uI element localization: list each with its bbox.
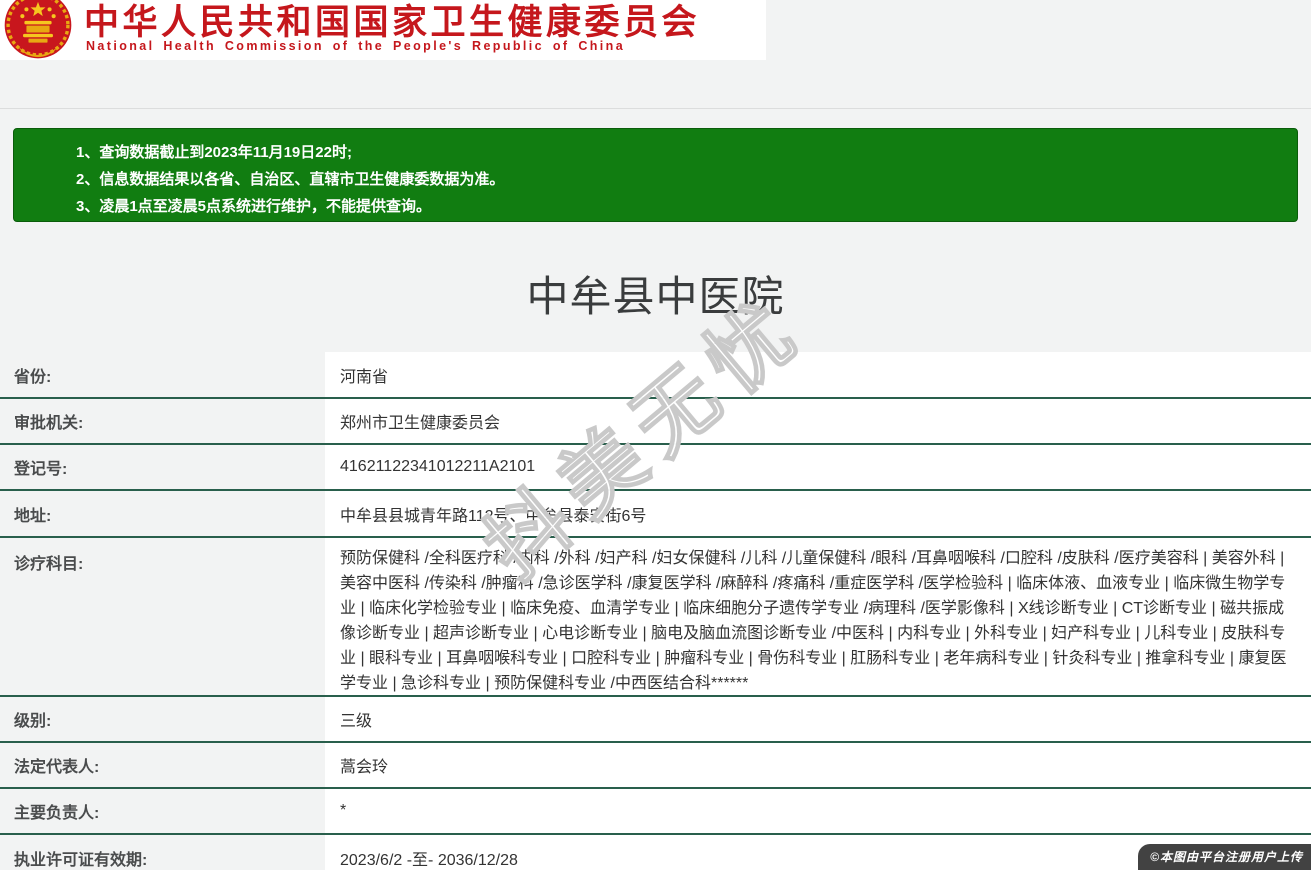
copyright-watermark: ©本图由平台注册用户上传 <box>1138 844 1311 870</box>
row-value: 蒿会玲 <box>325 743 1311 787</box>
row-label: 审批机关: <box>0 399 325 443</box>
table-row-approval-authority: 审批机关: 郑州市卫生健康委员会 <box>0 399 1311 445</box>
row-value: 预防保健科 /全科医疗科 /内科 /外科 /妇产科 /妇女保健科 /儿科 /儿童… <box>325 538 1311 695</box>
notice-line-2: 2、信息数据结果以各省、自治区、直辖市卫生健康委数据为准。 <box>76 171 505 188</box>
table-row-level: 级别: 三级 <box>0 697 1311 743</box>
row-value: 河南省 <box>325 352 1311 397</box>
row-value: * <box>325 789 1311 833</box>
prc-national-emblem-icon <box>4 0 72 59</box>
row-value: 郑州市卫生健康委员会 <box>325 399 1311 443</box>
notice-line-3: 3、凌晨1点至凌晨5点系统进行维护，不能提供查询。 <box>76 198 432 215</box>
table-row-legal-representative: 法定代表人: 蒿会玲 <box>0 743 1311 789</box>
table-row-address: 地址: 中牟县县城青年路112号、中牟县泰安街6号 <box>0 491 1311 538</box>
row-label: 级别: <box>0 697 325 741</box>
notice-line-1: 1、查询数据截止到2023年11月19日22时; <box>76 144 352 161</box>
row-value: 三级 <box>325 697 1311 741</box>
row-value: 41621122341012211A2101 <box>325 445 1311 489</box>
row-value: 中牟县县城青年路112号、中牟县泰安街6号 <box>325 491 1311 536</box>
top-zone: 中华人民共和国国家卫生健康委员会 National Health Commiss… <box>0 0 1311 352</box>
table-row-principal: 主要负责人: * <box>0 789 1311 835</box>
row-label: 法定代表人: <box>0 743 325 787</box>
row-label: 主要负责人: <box>0 789 325 833</box>
table-row-registration-number: 登记号: 41621122341012211A2101 <box>0 445 1311 491</box>
row-label: 登记号: <box>0 445 325 489</box>
hospital-name-title: 中牟县中医院 <box>526 273 785 320</box>
row-label: 诊疗科目: <box>0 538 325 695</box>
site-header: 中华人民共和国国家卫生健康委员会 National Health Commiss… <box>0 0 766 60</box>
table-row-license-validity: 执业许可证有效期: 2023/6/2 -至- 2036/12/28 <box>0 835 1311 870</box>
row-label: 执业许可证有效期: <box>0 835 325 870</box>
site-title-english: National Health Commission of the People… <box>86 39 626 53</box>
header-divider <box>0 108 1311 109</box>
table-row-province: 省份: 河南省 <box>0 352 1311 399</box>
notice-banner: 1、查询数据截止到2023年11月19日22时; 2、信息数据结果以各省、自治区… <box>13 128 1298 222</box>
row-label: 省份: <box>0 352 325 397</box>
hospital-info-table: 省份: 河南省 审批机关: 郑州市卫生健康委员会 登记号: 4162112234… <box>0 352 1311 870</box>
row-label: 地址: <box>0 491 325 536</box>
table-row-treatment-subjects: 诊疗科目: 预防保健科 /全科医疗科 /内科 /外科 /妇产科 /妇女保健科 /… <box>0 538 1311 697</box>
page: 中华人民共和国国家卫生健康委员会 National Health Commiss… <box>0 0 1311 870</box>
